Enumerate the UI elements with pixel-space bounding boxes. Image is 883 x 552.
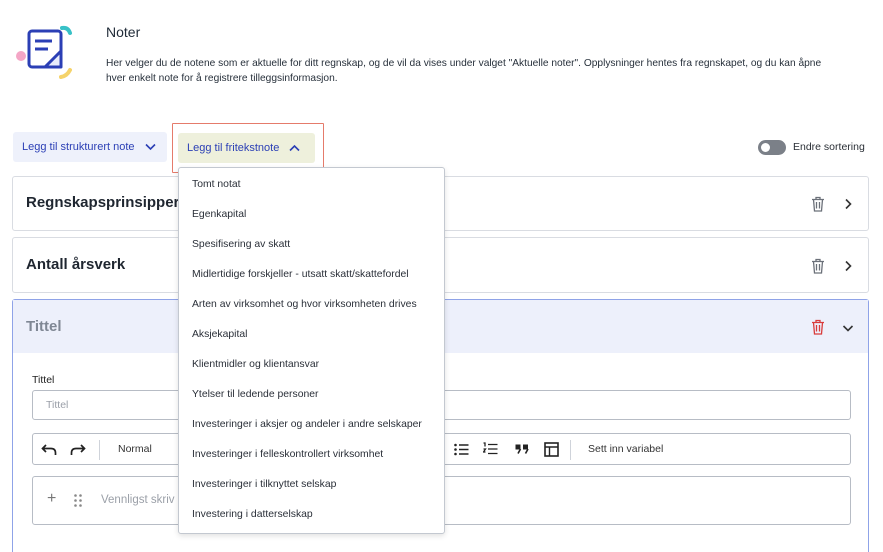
chevron-right-icon[interactable] <box>842 260 854 272</box>
trash-icon[interactable] <box>811 319 825 335</box>
dropdown-item[interactable]: Spesifisering av skatt <box>192 239 290 250</box>
dropdown-item[interactable]: Investeringer i tilknyttet selskap <box>192 479 336 490</box>
numbered-list-icon[interactable] <box>483 442 498 456</box>
dropdown-item[interactable]: Aksjekapital <box>192 329 247 340</box>
note-title: Antall årsverk <box>26 256 126 273</box>
sort-toggle[interactable] <box>758 140 786 155</box>
chevron-down-icon[interactable] <box>842 322 854 334</box>
description-line-2: hver enkelt note for å registrere tilleg… <box>106 73 338 84</box>
toggle-knob <box>761 143 770 152</box>
quote-icon[interactable] <box>515 444 529 454</box>
trash-icon[interactable] <box>811 258 825 274</box>
bullet-list-icon[interactable] <box>454 443 469 456</box>
add-structured-note-label: Legg til strukturert note <box>22 141 135 153</box>
page-title: Noter <box>106 24 141 40</box>
dropdown-item[interactable]: Ytelser til ledende personer <box>192 389 319 400</box>
editor-placeholder: Vennligst skriv <box>101 494 175 506</box>
note-title: Tittel <box>26 318 62 335</box>
notes-illustration <box>16 25 72 79</box>
trash-icon[interactable] <box>811 196 825 212</box>
text-style-select[interactable]: Normal <box>118 443 152 455</box>
chevron-down-icon <box>144 143 156 151</box>
title-field-label: Tittel <box>32 374 55 386</box>
sort-toggle-label: Endre sortering <box>793 141 865 153</box>
drag-handle-icon[interactable] <box>74 494 82 507</box>
dropdown-item[interactable]: Arten av virksomhet og hvor virksomheten… <box>192 299 417 310</box>
redo-icon[interactable] <box>70 444 86 456</box>
dropdown-item[interactable]: Klientmidler og klientansvar <box>192 359 319 370</box>
dropdown-item[interactable]: Egenkapital <box>192 209 246 220</box>
description-line-1: Her velger du de notene som er aktuelle … <box>106 58 822 69</box>
highlight-frame <box>172 123 324 173</box>
toolbar-divider <box>99 440 100 460</box>
note-title: Regnskapsprinsipper <box>26 194 180 211</box>
dropdown-item[interactable]: Investering i datterselskap <box>192 509 313 520</box>
dropdown-item[interactable]: Tomt notat <box>192 179 241 190</box>
page-description: Her velger du de notene som er aktuelle … <box>106 56 878 86</box>
freetext-note-dropdown: Tomt notat Egenkapital Spesifisering av … <box>178 167 445 534</box>
table-icon[interactable] <box>544 442 559 457</box>
toolbar-divider <box>570 440 571 460</box>
undo-icon[interactable] <box>41 444 57 456</box>
insert-variable-button[interactable]: Sett inn variabel <box>588 443 663 455</box>
plus-icon[interactable]: + <box>47 490 56 508</box>
add-structured-note-button[interactable]: Legg til strukturert note <box>13 132 167 162</box>
chevron-right-icon[interactable] <box>842 198 854 210</box>
dropdown-item[interactable]: Investeringer i aksjer og andeler i andr… <box>192 419 422 430</box>
dropdown-item[interactable]: Investeringer i felleskontrollert virkso… <box>192 449 383 460</box>
dropdown-item[interactable]: Midlertidige forskjeller - utsatt skatt/… <box>192 269 409 280</box>
